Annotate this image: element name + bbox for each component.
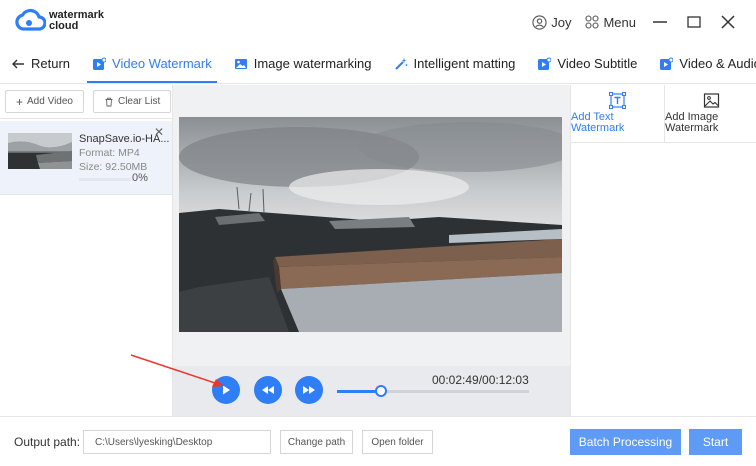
video-subtitle-icon — [538, 57, 552, 70]
open-folder-button[interactable]: Open folder — [362, 430, 433, 454]
arrow-left-icon — [12, 59, 24, 68]
change-path-button[interactable]: Change path — [280, 430, 353, 454]
plus-icon: + — [16, 94, 24, 109]
maximize-button[interactable] — [684, 12, 704, 32]
file-size: Size: 92.50MB — [79, 161, 148, 173]
add-image-watermark-button[interactable]: Add Image Watermark — [664, 85, 756, 143]
tab-intelligent-matting[interactable]: Intelligent matting — [383, 44, 527, 83]
tab-video-watermark[interactable]: Video Watermark — [81, 44, 223, 83]
magic-wand-icon — [394, 57, 407, 70]
output-path-field[interactable] — [83, 430, 271, 454]
tab-video-subtitle[interactable]: Video Subtitle — [526, 44, 648, 83]
video-thumbnail — [8, 133, 72, 169]
seek-bar[interactable] — [337, 385, 529, 397]
video-preview — [179, 117, 562, 332]
rewind-button[interactable] — [254, 376, 282, 404]
remove-file-icon[interactable]: ✕ — [154, 125, 164, 139]
feature-tabs: Return Video Watermark Image watermarkin… — [0, 44, 756, 84]
output-bar: Output path: Change path Open folder Bat… — [0, 416, 756, 466]
tab-image-watermarking-label: Image watermarking — [253, 56, 372, 71]
video-audio-icon — [660, 57, 674, 70]
user-icon — [532, 14, 547, 30]
preview-panel: 00:02:49/00:12:03 — [173, 85, 570, 416]
fast-forward-icon — [303, 386, 315, 394]
list-item[interactable]: SnapSave.io-HA... Format: MP4 Size: 92.5… — [0, 121, 172, 195]
menu-label: Menu — [603, 14, 636, 30]
play-button[interactable] — [212, 376, 240, 404]
grid-menu-icon — [585, 15, 600, 29]
trash-icon — [105, 97, 113, 106]
output-path-label: Output path: — [14, 435, 81, 449]
clear-list-label: Clear List — [117, 96, 161, 107]
video-frame-image — [179, 117, 562, 332]
seek-handle[interactable] — [375, 385, 388, 397]
image-icon — [234, 58, 247, 69]
tab-video-audio-separation-label: Video & Audio Sepa — [679, 56, 756, 71]
title-bar: watermark cloud Joy Menu — [0, 0, 756, 44]
text-watermark-icon — [609, 92, 626, 109]
tab-image-watermarking[interactable]: Image watermarking — [223, 44, 383, 83]
maximize-icon — [687, 16, 701, 28]
tab-intelligent-matting-label: Intelligent matting — [413, 56, 516, 71]
cloud-logo-icon — [15, 8, 46, 31]
add-video-label: Add Video — [27, 96, 73, 107]
clear-list-button[interactable]: Clear List — [92, 90, 172, 113]
batch-processing-button[interactable]: Batch Processing — [570, 429, 681, 455]
tab-video-watermark-label: Video Watermark — [112, 56, 212, 71]
start-button[interactable]: Start — [689, 429, 742, 455]
add-video-button[interactable]: + Add Video — [5, 90, 84, 113]
rewind-icon — [262, 386, 274, 394]
file-progress-bar — [79, 178, 131, 181]
user-name: Joy — [551, 14, 572, 30]
video-icon — [93, 57, 107, 70]
logo-line-2: cloud — [49, 20, 79, 32]
tab-video-subtitle-label: Video Subtitle — [557, 56, 638, 71]
close-icon — [721, 15, 735, 29]
add-text-watermark-label: Add Text Watermark — [571, 111, 625, 134]
file-progress-percent: 0% — [132, 172, 148, 184]
image-watermark-icon — [703, 93, 720, 108]
tab-video-audio-separation[interactable]: Video & Audio Sepa — [648, 44, 756, 83]
add-text-watermark-button[interactable]: Add Text Watermark — [571, 85, 664, 143]
minimize-icon — [653, 21, 667, 23]
file-list-panel: + Add Video Clear List SnapSave.io-HA...… — [0, 85, 173, 416]
menu-button[interactable]: Menu — [585, 15, 636, 30]
app-logo-text: watermark cloud — [49, 10, 104, 32]
playback-controls: 00:02:49/00:12:03 — [173, 366, 570, 416]
time-display: 00:02:49/00:12:03 — [432, 373, 529, 387]
user-account[interactable]: Joy — [532, 15, 571, 30]
file-format: Format: MP4 — [79, 147, 140, 159]
tab-return-label: Return — [31, 56, 71, 71]
watermark-options-panel: Add Text Watermark Add Image Watermark — [570, 85, 756, 416]
add-image-watermark-label: Add Image Watermark — [665, 111, 719, 134]
play-icon — [223, 385, 230, 395]
fast-forward-button[interactable] — [295, 376, 323, 404]
tab-return[interactable]: Return — [0, 44, 81, 83]
close-button[interactable] — [718, 12, 738, 32]
minimize-button[interactable] — [650, 12, 670, 32]
